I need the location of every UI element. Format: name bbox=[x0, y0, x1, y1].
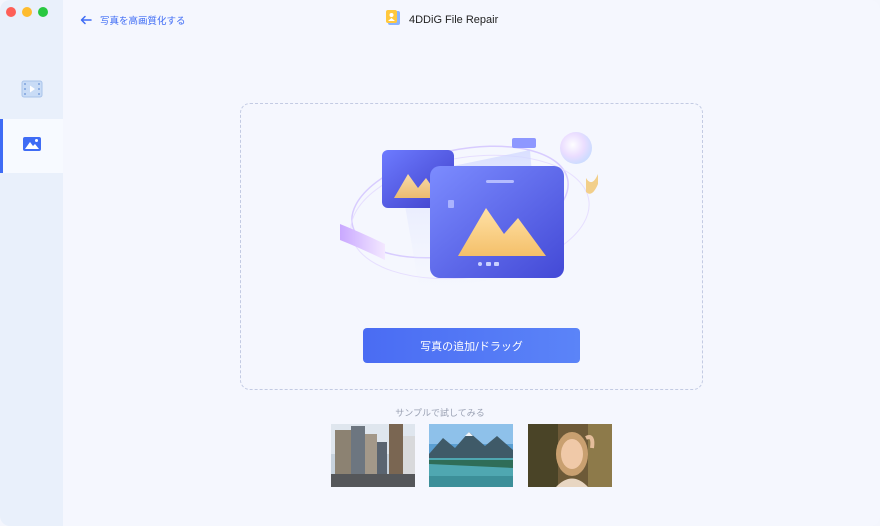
back-button[interactable]: 写真を高画質化する bbox=[80, 10, 186, 29]
minimize-window-button[interactable] bbox=[22, 7, 32, 17]
sample-thumbnail-lake[interactable] bbox=[429, 424, 513, 487]
app-window: 写真を高画質化する 4DDiG File Repair 写真の追加/ドラッグ サ… bbox=[0, 0, 880, 526]
app-title-text: 4DDiG File Repair bbox=[409, 13, 499, 26]
sidebar-item-video[interactable] bbox=[0, 64, 63, 118]
maximize-window-button[interactable] bbox=[38, 7, 48, 17]
window-controls bbox=[6, 7, 48, 17]
sample-label: サンプルで試してみる bbox=[395, 409, 485, 419]
app-title: 4DDiG File Repair bbox=[385, 9, 498, 30]
photo-image-icon bbox=[22, 136, 42, 156]
arrow-left-icon bbox=[80, 10, 92, 29]
add-photo-button[interactable]: 写真の追加/ドラッグ bbox=[363, 328, 580, 363]
sample-thumbnail-city[interactable] bbox=[331, 424, 415, 487]
app-logo-icon bbox=[385, 9, 402, 30]
sample-thumbnail-portrait[interactable] bbox=[528, 424, 612, 487]
back-label: 写真を高画質化する bbox=[100, 15, 186, 27]
video-film-icon bbox=[21, 80, 43, 102]
close-window-button[interactable] bbox=[6, 7, 16, 17]
photo-upload-illustration-icon bbox=[330, 122, 610, 306]
sidebar-item-photo[interactable] bbox=[0, 119, 63, 173]
sidebar bbox=[0, 0, 63, 526]
